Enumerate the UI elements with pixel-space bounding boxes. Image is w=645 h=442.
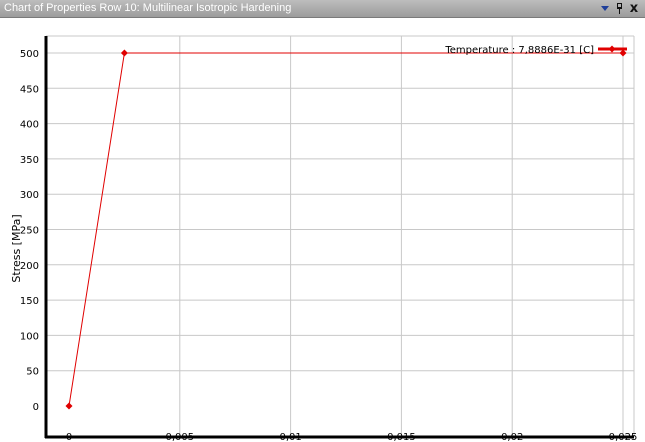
y-tick-label: 0 [33,402,39,413]
y-tick-label: 100 [20,331,39,342]
y-tick-label: 500 [20,49,39,60]
legend-label: Temperature : 7,8886E-31 [C] [444,45,594,56]
y-tick-label: 50 [26,367,39,378]
chart-area: 050100150200250300350400450500 0 0,005 0,0… [0,18,645,442]
x-tick-label: 0,02 [501,432,523,442]
close-icon[interactable]: x [627,1,641,16]
x-tick-label: 0,025 [609,432,638,442]
chevron-down-icon[interactable] [598,1,612,16]
window-titlebar: Chart of Properties Row 10: Multilinear … [0,0,645,18]
y-axis-label: Stress [MPa] [10,214,23,282]
x-tick-label: 0,01 [279,432,301,442]
x-tick-label: 0,015 [387,432,416,442]
x-tick-label: 0 [66,432,72,442]
x-tick-label: 0,005 [165,432,194,442]
y-tick-label: 300 [20,190,39,201]
y-tick-label: 450 [20,84,39,95]
pin-icon[interactable] [612,1,626,16]
y-tick-label: 400 [20,120,39,131]
y-tick-label: 350 [20,155,39,166]
y-tick-label: 150 [20,296,39,307]
window-title: Chart of Properties Row 10: Multilinear … [4,2,292,14]
